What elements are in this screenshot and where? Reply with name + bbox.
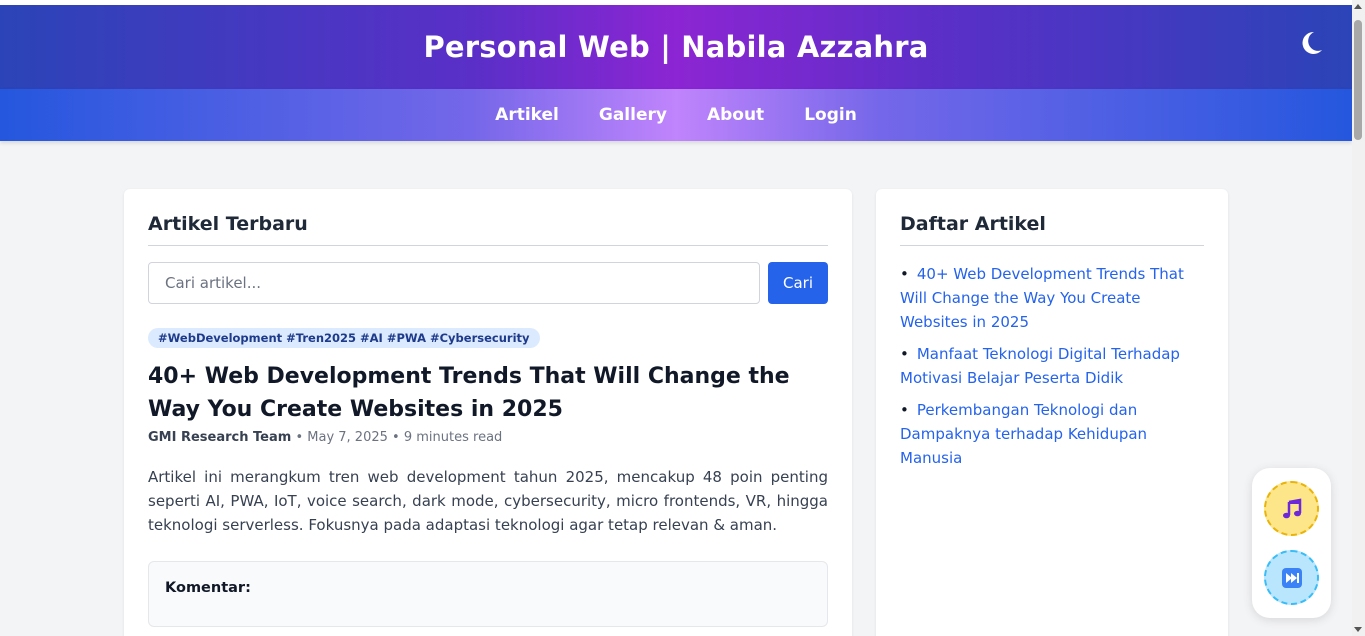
- moon-icon[interactable]: [1298, 29, 1324, 57]
- page-scrollbar[interactable]: [1352, 0, 1365, 636]
- section-title: Artikel Terbaru: [148, 213, 828, 246]
- comment-label: Komentar:: [165, 580, 251, 596]
- comment-section: Komentar:: [148, 561, 828, 627]
- article-title[interactable]: 40+ Web Development Trends That Will Cha…: [148, 360, 828, 426]
- bullet: •: [900, 265, 909, 283]
- scroll-up-arrow-icon[interactable]: [1354, 4, 1362, 9]
- search-input[interactable]: [148, 262, 760, 304]
- article-link[interactable]: 40+ Web Development Trends That Will Cha…: [900, 265, 1184, 331]
- sidebar-title: Daftar Artikel: [900, 213, 1204, 246]
- article-date: May 7, 2025: [307, 430, 388, 445]
- site-header: Personal Web | Nabila Azzahra: [0, 5, 1352, 89]
- search-bar: Cari: [148, 262, 828, 304]
- next-track-icon[interactable]: [1264, 550, 1319, 605]
- main-nav: Artikel Gallery About Login: [0, 89, 1352, 141]
- meta-separator: •: [392, 430, 400, 445]
- nav-item-gallery[interactable]: Gallery: [599, 105, 667, 125]
- article-list-card: Daftar Artikel • 40+ Web Development Tren…: [876, 189, 1228, 636]
- article-author: GMI Research Team: [148, 430, 292, 445]
- list-item[interactable]: • 40+ Web Development Trends That Will Ch…: [900, 262, 1204, 334]
- article-link[interactable]: Perkembangan Teknologi dan Dampaknya ter…: [900, 401, 1147, 467]
- list-item[interactable]: • Manfaat Teknologi Digital Terhadap Moti…: [900, 342, 1204, 390]
- nav-item-artikel[interactable]: Artikel: [495, 105, 559, 125]
- article-excerpt: Artikel ini merangkum tren web developme…: [148, 468, 828, 534]
- music-note-icon[interactable]: [1264, 481, 1319, 536]
- article-link[interactable]: Manfaat Teknologi Digital Terhadap Motiv…: [900, 345, 1180, 387]
- scrollbar-thumb[interactable]: [1354, 20, 1362, 140]
- nav-item-about[interactable]: About: [707, 105, 764, 125]
- site-title: Personal Web | Nabila Azzahra: [423, 30, 929, 64]
- meta-separator: •: [295, 430, 304, 445]
- article-meta: GMI Research Team • May 7, 2025 • 9 minu…: [148, 430, 828, 445]
- article-tags: #WebDevelopment #Tren2025 #AI #PWA #Cybe…: [148, 328, 540, 348]
- scroll-down-arrow-icon[interactable]: [1354, 627, 1362, 632]
- bullet: •: [900, 401, 909, 419]
- article-read-time: 9 minutes read: [403, 430, 503, 445]
- bullet: •: [900, 345, 909, 363]
- latest-articles-card: Artikel Terbaru Cari #WebDevelopment #Tr…: [124, 189, 852, 636]
- article-list: • 40+ Web Development Trends That Will Ch…: [900, 262, 1204, 470]
- search-button[interactable]: Cari: [768, 262, 828, 304]
- nav-item-login[interactable]: Login: [804, 105, 857, 125]
- list-item[interactable]: • Perkembangan Teknologi dan Dampaknya te…: [900, 398, 1204, 470]
- music-player: [1252, 468, 1331, 618]
